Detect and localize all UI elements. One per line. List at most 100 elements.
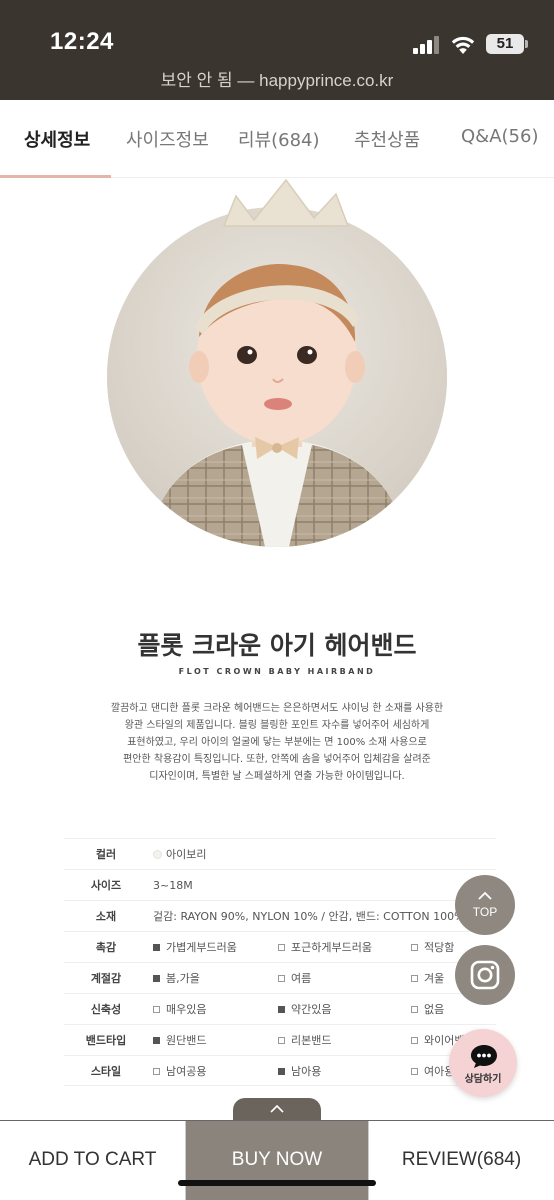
checkbox-marker xyxy=(153,1037,160,1044)
spec-option: 적당함 xyxy=(411,932,454,963)
description-line: 편안한 착용감이 특징입니다. 또한, 안쪽에 솜을 넣어주어 입체감을 살려준 xyxy=(123,754,431,765)
spec-option: 여아용 xyxy=(411,1056,454,1087)
chat-bubble-icon xyxy=(471,1045,497,1068)
chevron-up-icon xyxy=(270,1104,284,1113)
chevron-up-icon xyxy=(478,891,492,900)
spec-row-size: 사이즈 3~18M xyxy=(64,869,496,900)
spec-label: 계절감 xyxy=(90,972,122,985)
spec-row-color: 컬러 아이보리 xyxy=(64,838,496,869)
instagram-button[interactable] xyxy=(455,945,515,1005)
option-text: 원단밴드 xyxy=(166,1034,207,1047)
checkbox-marker xyxy=(411,1068,418,1075)
spec-option: 여름 xyxy=(278,963,311,994)
spec-row-material: 소재 겉감: RAYON 90%, NYLON 10% / 안감, 밴드: CO… xyxy=(64,900,496,931)
spec-value: 겉감: RAYON 90%, NYLON 10% / 안감, 밴드: COTTO… xyxy=(153,910,465,923)
tab-detail[interactable]: 상세정보 xyxy=(24,126,90,152)
description-line: 표현하였고, 우리 아이의 얼굴에 닿는 부분에는 면 100% 소재 사용으로 xyxy=(127,737,427,748)
spec-value: 아이보리 xyxy=(153,839,206,870)
option-text: 남여공용 xyxy=(166,1065,207,1078)
spec-row-band-type: 밴드타입 원단밴드 리본밴드 와이어밴 xyxy=(64,1024,496,1055)
buy-now-button[interactable]: BUY NOW xyxy=(186,1121,368,1200)
scroll-top-button[interactable]: TOP xyxy=(455,875,515,935)
option-text: 포근하게부드러움 xyxy=(291,941,372,954)
spec-option: 리본밴드 xyxy=(278,1025,331,1056)
checkbox-marker xyxy=(411,975,418,982)
spec-option: 겨울 xyxy=(411,963,444,994)
detail-tabs: 상세정보 사이즈정보 리뷰(684) 추천상품 Q&A(56) xyxy=(0,100,554,178)
scroll-top-label: TOP xyxy=(472,905,498,919)
spec-option: 매우있음 xyxy=(153,994,206,1025)
product-photo xyxy=(107,207,447,547)
product-title: 플롯 크라운 아기 헤어밴드 xyxy=(137,631,417,660)
purchase-panel-toggle[interactable] xyxy=(233,1098,321,1122)
checkbox-marker xyxy=(411,1006,418,1013)
battery-icon: 51 xyxy=(486,34,528,54)
status-time: 12:24 xyxy=(50,28,114,55)
checkbox-marker xyxy=(278,1006,285,1013)
checkbox-marker xyxy=(411,944,418,951)
option-text: 적당함 xyxy=(424,941,455,954)
checkbox-marker xyxy=(278,1068,285,1075)
spec-label: 신축성 xyxy=(90,1003,122,1016)
crown-headband-points xyxy=(222,178,350,227)
spec-row-texture: 촉감 가볍게부드러움 포근하게부드러움 적당함 xyxy=(64,931,496,962)
spec-row-style: 스타일 남여공용 남아용 여아용 xyxy=(64,1055,496,1086)
spec-option: 포근하게부드러움 xyxy=(278,932,372,963)
spec-value: 3~18M xyxy=(153,879,193,892)
spec-option: 없음 xyxy=(411,994,444,1025)
option-text: 겨울 xyxy=(424,972,445,985)
spec-option: 가볍게부드러움 xyxy=(153,932,237,963)
spec-label: 촉감 xyxy=(95,941,117,954)
address-bar[interactable]: 보안 안 됨 — happyprince.co.kr xyxy=(0,66,554,91)
tab-size-info[interactable]: 사이즈정보 xyxy=(126,126,209,152)
review-button[interactable]: REVIEW(684) xyxy=(368,1121,554,1200)
spec-row-season: 계절감 봄,가을 여름 겨울 xyxy=(64,962,496,993)
instagram-icon xyxy=(470,960,500,990)
spec-row-stretch: 신축성 매우있음 약간있음 없음 xyxy=(64,993,496,1024)
tab-recommended[interactable]: 추천상품 xyxy=(354,126,420,152)
option-text: 매우있음 xyxy=(166,1003,207,1016)
product-description: 깔끔하고 댄디한 플롯 크라운 헤어밴드는 은은하면서도 샤이닝 한 소재를 사… xyxy=(60,700,494,785)
add-to-cart-button[interactable]: ADD TO CART xyxy=(0,1121,186,1200)
option-text: 없음 xyxy=(424,1003,445,1016)
spec-label: 밴드타입 xyxy=(85,1034,127,1047)
option-text: 가볍게부드러움 xyxy=(166,941,237,954)
product-title-english: FLOT CROWN BABY HAIRBAND xyxy=(178,667,376,676)
spec-option: 남여공용 xyxy=(153,1056,206,1087)
spec-label: 사이즈 xyxy=(90,879,122,892)
description-line: 깔끔하고 댄디한 플롯 크라운 헤어밴드는 은은하면서도 샤이닝 한 소재를 사… xyxy=(110,703,444,714)
active-tab-indicator xyxy=(0,175,111,178)
checkbox-marker xyxy=(153,975,160,982)
spec-option: 원단밴드 xyxy=(153,1025,206,1056)
browser-header: 12:24 51 보안 안 됨 — happyprince.co.kr xyxy=(0,0,554,100)
checkbox-marker xyxy=(278,944,285,951)
spec-option: 봄,가을 xyxy=(153,963,200,994)
checkbox-marker xyxy=(153,1006,160,1013)
option-text: 남아용 xyxy=(291,1065,322,1078)
chat-consult-label: 상담하기 xyxy=(464,1074,502,1085)
chat-consult-button[interactable]: 상담하기 xyxy=(449,1029,517,1097)
purchase-bar: ADD TO CART BUY NOW REVIEW(684) xyxy=(0,1120,554,1200)
spec-option: 남아용 xyxy=(278,1056,321,1087)
description-line: 왕관 스타일의 제품입니다. 블링 블링한 포인트 자수를 넣어주어 세심하게 xyxy=(124,720,430,731)
spec-label: 소재 xyxy=(95,910,117,923)
option-text: 리본밴드 xyxy=(291,1034,332,1047)
checkbox-marker xyxy=(153,1068,160,1075)
home-indicator xyxy=(178,1180,376,1186)
tab-qna[interactable]: Q&A(56) xyxy=(461,126,538,147)
checkbox-marker xyxy=(278,975,285,982)
checkbox-marker xyxy=(278,1037,285,1044)
cellular-signal-icon xyxy=(413,36,441,54)
spec-option: 약간있음 xyxy=(278,994,331,1025)
spec-label: 컬러 xyxy=(95,848,117,861)
wifi-icon xyxy=(451,36,475,54)
option-text: 약간있음 xyxy=(291,1003,332,1016)
tab-reviews[interactable]: 리뷰(684) xyxy=(238,126,320,152)
option-text: 봄,가을 xyxy=(166,972,200,985)
option-text: 여름 xyxy=(291,972,312,985)
checkbox-marker xyxy=(411,1037,418,1044)
description-line: 디자인이며, 특별한 날 스페셜하게 연출 가능한 아이템입니다. xyxy=(149,771,405,782)
spec-label: 스타일 xyxy=(90,1065,122,1078)
spec-table: 컬러 아이보리 사이즈 3~18M 소재 겉감: RAYON 90%, NYLO… xyxy=(64,838,496,1086)
checkbox-marker xyxy=(153,944,160,951)
